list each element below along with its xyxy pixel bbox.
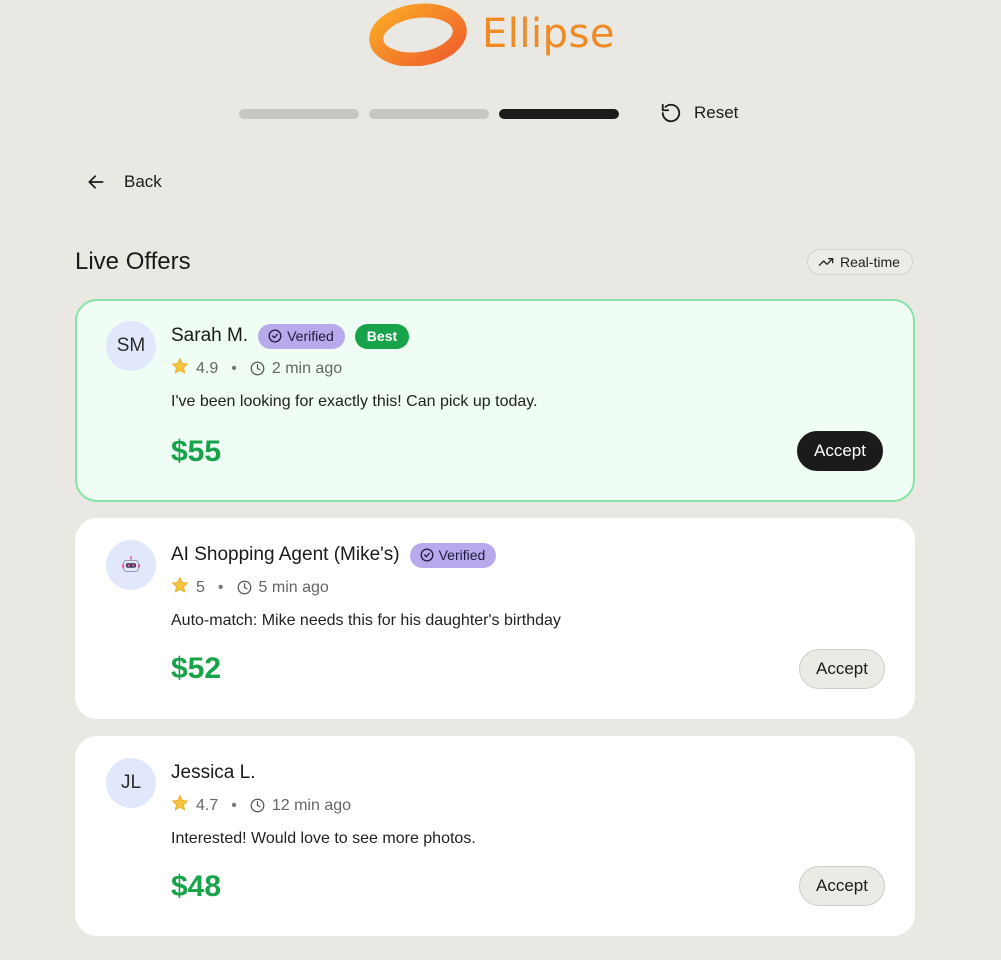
offer-price: $55	[171, 435, 222, 468]
accept-button[interactable]: Accept	[799, 866, 885, 906]
offer-message: Interested! Would love to see more photo…	[171, 830, 476, 847]
offer-message: I've been looking for exactly this! Can …	[171, 393, 538, 410]
avatar-initials: JL	[120, 772, 142, 793]
back-button[interactable]: Back	[86, 172, 162, 192]
avatar: SM	[106, 321, 156, 371]
reset-label: Reset	[694, 103, 739, 122]
avatar	[106, 540, 156, 590]
progress-step-3	[499, 109, 619, 119]
verified-badge: Verified	[409, 542, 497, 568]
star-icon	[171, 576, 189, 599]
offer-name: Jessica L.	[171, 762, 256, 783]
progress-step-2	[369, 109, 489, 119]
clock-icon	[250, 361, 265, 376]
separator-dot: •	[217, 578, 224, 596]
star-icon	[171, 794, 189, 817]
progress-step-1	[239, 109, 359, 119]
offer-message: Auto-match: Mike needs this for his daug…	[171, 612, 561, 629]
verified-badge: Verified	[258, 323, 345, 349]
brand-name: Ellipse	[482, 11, 615, 57]
offer-name: AI Shopping Agent (Mike's)	[171, 544, 400, 565]
arrow-left-icon	[88, 175, 104, 189]
separator-dot: •	[231, 796, 237, 814]
best-badge: Best	[354, 323, 410, 349]
clock-icon	[250, 798, 265, 813]
rotate-ccw-icon	[661, 103, 681, 123]
offer-name: Sarah M.	[171, 325, 249, 346]
back-label: Back	[124, 172, 162, 191]
rating-value: 4.7	[196, 796, 219, 814]
offer-card: AI Shopping Agent (Mike's) Verified 5 • …	[75, 518, 915, 719]
clock-icon	[237, 580, 251, 595]
trending-up-icon	[818, 258, 834, 266]
section-title: Live Offers	[75, 248, 191, 275]
star-icon	[171, 357, 189, 380]
rating-value: 5	[196, 578, 205, 596]
brand-logo: Ellipse	[368, 2, 615, 66]
offer-card: SM Sarah M. Verified Best 4.9 • 2 min ag…	[75, 299, 915, 502]
robot-icon	[121, 556, 141, 572]
offer-price: $48	[171, 870, 222, 903]
page: Ellipse Reset Back Live Offers Real-time	[0, 0, 1001, 960]
realtime-label: Real-time	[840, 254, 900, 270]
avatar: JL	[106, 758, 156, 808]
separator-dot: •	[231, 359, 237, 377]
check-circle-icon	[268, 329, 282, 343]
rating-value: 4.9	[196, 359, 219, 377]
realtime-badge: Real-time	[807, 249, 913, 275]
verified-label: Verified	[438, 547, 486, 563]
offer-card: JL Jessica L. 4.7 • 12 min ago Intereste…	[75, 736, 915, 936]
ellipse-logo-icon	[369, 3, 467, 66]
accept-button[interactable]: Accept	[799, 649, 885, 689]
offer-price: $52	[171, 652, 222, 685]
offer-time: 5 min ago	[258, 578, 329, 596]
check-circle-icon	[420, 548, 434, 562]
avatar-initials: SM	[116, 335, 146, 356]
offer-time: 2 min ago	[271, 359, 343, 377]
offer-time: 12 min ago	[271, 796, 352, 814]
verified-label: Verified	[287, 328, 334, 344]
step-progress	[239, 109, 619, 119]
accept-button[interactable]: Accept	[797, 431, 883, 471]
reset-button[interactable]: Reset	[660, 102, 738, 124]
